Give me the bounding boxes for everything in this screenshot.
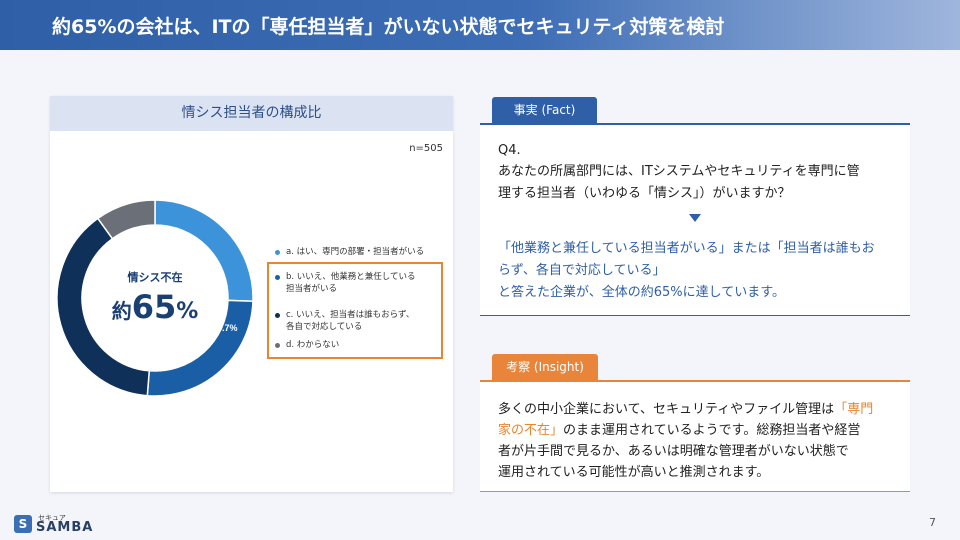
legend-label: a. はい、専門の部署・担当者がいる [286, 246, 424, 258]
question-number: Q4. [498, 143, 521, 158]
down-arrow-icon [689, 214, 701, 222]
insight-panel: 多くの中小企業において、セキュリティやファイル管理は「専門 家の不在」のまま運用… [480, 380, 910, 492]
legend-dot [275, 250, 280, 255]
tab-fact: 事実 (Fact) [492, 97, 597, 123]
fact-answer: 「他業務と兼任している担当者がいる」または「担当者は誰もお らず、各自で対応して… [498, 238, 903, 304]
logo-text: SAMBA [36, 520, 94, 535]
chart-title: 情シス担当者の構成比 [50, 96, 453, 131]
insight-text-segment: のまま運用されているようです。総務担当者や経営 [563, 423, 861, 438]
answer-line: 「他業務と兼任している担当者がいる」または「担当者は誰もお [498, 241, 875, 256]
legend-label-line: a. はい、専門の部署・担当者がいる [286, 247, 425, 257]
slice-value-label: 38.8% [94, 325, 120, 335]
answer-line: らず、各自で対応している」 [498, 263, 666, 278]
highlight-box [267, 262, 443, 359]
fact-panel: Q4. あなたの所属部門には、ITシステムやセキュリティを専門に管 理する担当者… [480, 123, 910, 316]
slice-value-label: 25.7% [212, 323, 238, 333]
slice-value-label: 9.9% [126, 183, 147, 193]
insight-line: 者が片手間で見るか、あるいは明確な管理者がいない状態で [498, 444, 849, 459]
company-logo: S セキュア SAMBA [14, 513, 134, 535]
slice-value-label: 25.5% [222, 207, 248, 217]
page-title: 約65%の会社は、ITの「専任担当者」がいない状態でセキュリティ対策を検討 [52, 16, 725, 38]
insight-highlight: 家の不在」 [498, 423, 564, 438]
chart-card: 情シス担当者の構成比 n=505 25.5% 25.7% 38.8% 9.9% 情シス不… [50, 96, 453, 492]
center-value: 約65% [112, 288, 199, 326]
question-text: あなたの所属部門には、ITシステムやセキュリティを専門に管 理する担当者（いわゆ… [498, 161, 898, 205]
answer-line: と答えた企業が、全体の約65%に達しています。 [498, 285, 785, 300]
insight-text-segment: 多くの中小企業において、セキュリティやファイル管理は [498, 402, 835, 417]
question-line: あなたの所属部門には、ITシステムやセキュリティを専門に管 [498, 164, 860, 179]
center-label: 情シス不在 [128, 270, 183, 284]
page-number: 7 [929, 516, 936, 529]
insight-highlight: 「専門 [834, 402, 874, 417]
header-bar: 約65%の会社は、ITの「専任担当者」がいない状態でセキュリティ対策を検討 [0, 0, 960, 50]
insight-line: 運用されている可能性が高いと推測されます。 [498, 465, 770, 480]
question-line: 理する担当者（いわゆる「情シス」）がいますか？ [498, 186, 791, 201]
tab-insight: 考察 (Insight) [492, 354, 598, 380]
logo-mark-icon: S [14, 515, 32, 533]
insight-text: 多くの中小企業において、セキュリティやファイル管理は「専門 家の不在」のまま運用… [498, 399, 898, 483]
